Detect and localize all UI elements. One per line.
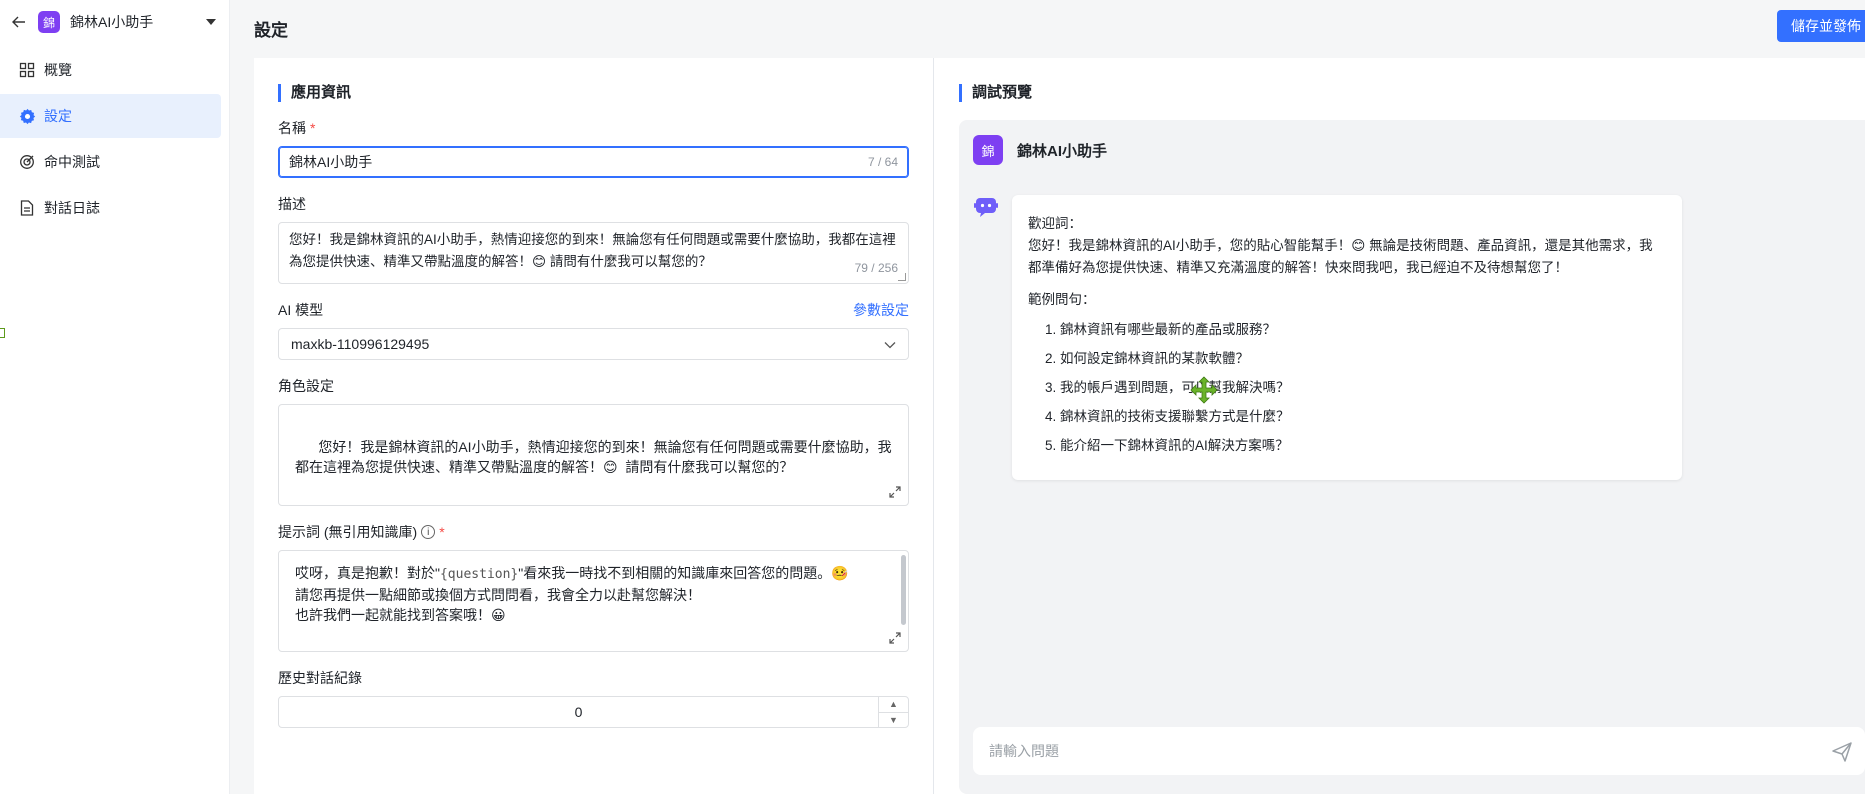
app-name[interactable]: 錦林AI小助手 [70, 12, 203, 32]
back-arrow-icon[interactable] [8, 11, 30, 33]
history-value[interactable]: 0 [279, 697, 878, 727]
app-logo: 錦 [38, 11, 60, 33]
chevron-up-icon[interactable]: ▲ [879, 697, 908, 712]
role-label: 角色設定 [278, 378, 334, 394]
prompt-text: "看來我一時找不到相關的知識庫來回答您的問題。🤒 [518, 565, 849, 581]
sidebar-nav: 概覽 設定 命中測試 對話日誌 [0, 48, 229, 230]
model-label: AI 模型 [278, 302, 324, 318]
scrollbar[interactable] [901, 555, 906, 625]
sidebar: 錦 錦林AI小助手 概覽 設定 命中測試 對話日誌 [0, 0, 230, 794]
bot-name: 錦林AI小助手 [1017, 142, 1108, 160]
welcome-message: 歡迎詞： 您好！我是錦林資訊的AI小助手，您的貼心智能幫手！😊 無論是技術問題、… [1012, 195, 1682, 480]
app-switcher[interactable]: 錦 錦林AI小助手 [0, 0, 229, 44]
page-header: 設定 儲存並發佈 [230, 0, 1865, 56]
move-handle-icon[interactable] [1190, 376, 1218, 404]
model-select-value: maxkb-110996129495 [291, 336, 430, 352]
required-mark: * [310, 120, 316, 136]
name-label-text: 名稱 [278, 120, 306, 136]
send-icon[interactable] [1831, 741, 1853, 763]
info-icon[interactable]: i [421, 525, 436, 539]
target-icon [18, 153, 36, 171]
prompt-text: 哎呀，真是抱歉！對於" [295, 565, 440, 581]
prompt-line-2: 請您再提供一點細節或換個方式問問看，我會全力以赴幫您解決！ [295, 587, 701, 603]
caret-down-icon[interactable] [203, 14, 219, 30]
model-select[interactable]: maxkb-110996129495 [278, 328, 909, 360]
sidebar-item-chat-log[interactable]: 對話日誌 [0, 186, 221, 230]
params-settings-link[interactable]: 參數設定 [853, 300, 909, 320]
prompt-editor[interactable]: 哎呀，真是抱歉！對於"{question}"看來我一時找不到相關的知識庫來回答您… [278, 550, 909, 652]
sidebar-item-hit-test[interactable]: 命中測試 [0, 140, 221, 184]
description-counter: 79 / 256 [854, 261, 898, 275]
welcome-text: 您好！我是錦林資訊的AI小助手，您的貼心智能幫手！😊 無論是技術問題、產品資訊，… [1028, 238, 1653, 275]
stepper-controls: ▲ ▼ [878, 697, 908, 727]
preview-box: 錦 錦林AI小助手 歡迎詞： 您好！我是錦林資訊的AI小助手，您的貼心智能幫手！… [959, 120, 1865, 794]
preview-title: 調試預覽 [959, 84, 1865, 102]
role-editor[interactable]: 您好！我是錦林資訊的AI小助手，熱情迎接您的到來！無論您有任何問題或需要什麼協助… [278, 404, 909, 506]
chat-input[interactable]: 請輸入問題 [973, 727, 1865, 775]
section-title: 應用資訊 [278, 84, 909, 102]
prompt-line-3: 也許我們一起就能找到答案哦！😀 [295, 607, 506, 623]
example-questions: 錦林資訊有哪些最新的產品或服務？ 如何設定錦林資訊的某款軟體？ 我的帳戶遇到問題… [1028, 319, 1666, 457]
preview-header: 錦 錦林AI小助手 [973, 135, 1107, 165]
prompt-label: 提示詞 (無引用知識庫) i * [278, 522, 909, 542]
expand-icon[interactable] [888, 631, 902, 645]
description-value: 您好！我是錦林資訊的AI小助手，熱情迎接您的到來！無論您有任何問題或需要什麼協助… [289, 232, 896, 269]
gear-icon [18, 107, 36, 125]
sidebar-item-label: 命中測試 [44, 154, 100, 170]
example-question[interactable]: 我的帳戶遇到問題，可以幫我解決嗎？ [1060, 377, 1666, 399]
model-label-row: AI 模型 參數設定 [278, 300, 909, 320]
name-counter: 7 / 64 [867, 155, 898, 169]
question-variable: {question} [439, 567, 519, 582]
example-question[interactable]: 如何設定錦林資訊的某款軟體？ [1060, 348, 1666, 370]
edge-marker [0, 328, 5, 338]
role-value: 您好！我是錦林資訊的AI小助手，熱情迎接您的到來！無論您有任何問題或需要什麼協助… [295, 439, 892, 475]
settings-form: 應用資訊 名稱 * 錦林AI小助手 7 / 64 描述 您好！我是錦林資訊的AI… [254, 58, 934, 794]
history-label: 歷史對話紀錄 [278, 670, 362, 686]
expand-icon[interactable] [888, 485, 902, 499]
chevron-down-icon[interactable]: ▼ [879, 711, 908, 728]
robot-icon [974, 195, 998, 219]
sidebar-item-settings[interactable]: 設定 [0, 94, 221, 138]
page-title: 設定 [254, 20, 288, 40]
document-icon [18, 199, 36, 217]
main-content: 應用資訊 名稱 * 錦林AI小助手 7 / 64 描述 您好！我是錦林資訊的AI… [254, 58, 1865, 794]
grid-icon [18, 61, 36, 79]
example-question[interactable]: 錦林資訊的技術支援聯繫方式是什麼？ [1060, 406, 1666, 428]
required-mark: * [439, 524, 445, 540]
name-input[interactable]: 錦林AI小助手 7 / 64 [278, 146, 909, 178]
save-and-publish-button[interactable]: 儲存並發佈 [1777, 10, 1865, 42]
sidebar-item-overview[interactable]: 概覽 [0, 48, 221, 92]
bot-logo: 錦 [973, 135, 1003, 165]
example-question[interactable]: 能介紹一下錦林資訊的AI解決方案嗎？ [1060, 435, 1666, 457]
sidebar-item-label: 概覽 [44, 62, 72, 78]
example-question[interactable]: 錦林資訊有哪些最新的產品或服務？ [1060, 319, 1666, 341]
description-textarea[interactable]: 您好！我是錦林資訊的AI小助手，熱情迎接您的到來！無論您有任何問題或需要什麼協助… [278, 222, 909, 284]
sidebar-item-label: 設定 [44, 108, 72, 124]
chat-input-placeholder: 請輸入問題 [989, 743, 1059, 759]
welcome-label: 歡迎詞： [1028, 216, 1082, 231]
prompt-label-text: 提示詞 (無引用知識庫) [278, 524, 418, 540]
prompt-line-1: 哎呀，真是抱歉！對於"{question}"看來我一時找不到相關的知識庫來回答您… [295, 563, 892, 585]
examples-label: 範例問句： [1028, 292, 1096, 307]
resize-grip-icon[interactable] [898, 273, 906, 281]
chevron-down-icon [884, 336, 896, 352]
debug-preview-panel: 調試預覽 錦 錦林AI小助手 歡迎詞： 您好！我是錦林資訊的AI小助手，您的貼心… [935, 58, 1865, 794]
history-stepper[interactable]: 0 ▲ ▼ [278, 696, 909, 728]
description-label: 描述 [278, 196, 306, 212]
name-input-value: 錦林AI小助手 [289, 154, 373, 170]
sidebar-item-label: 對話日誌 [44, 200, 100, 216]
name-label: 名稱 * [278, 118, 909, 138]
